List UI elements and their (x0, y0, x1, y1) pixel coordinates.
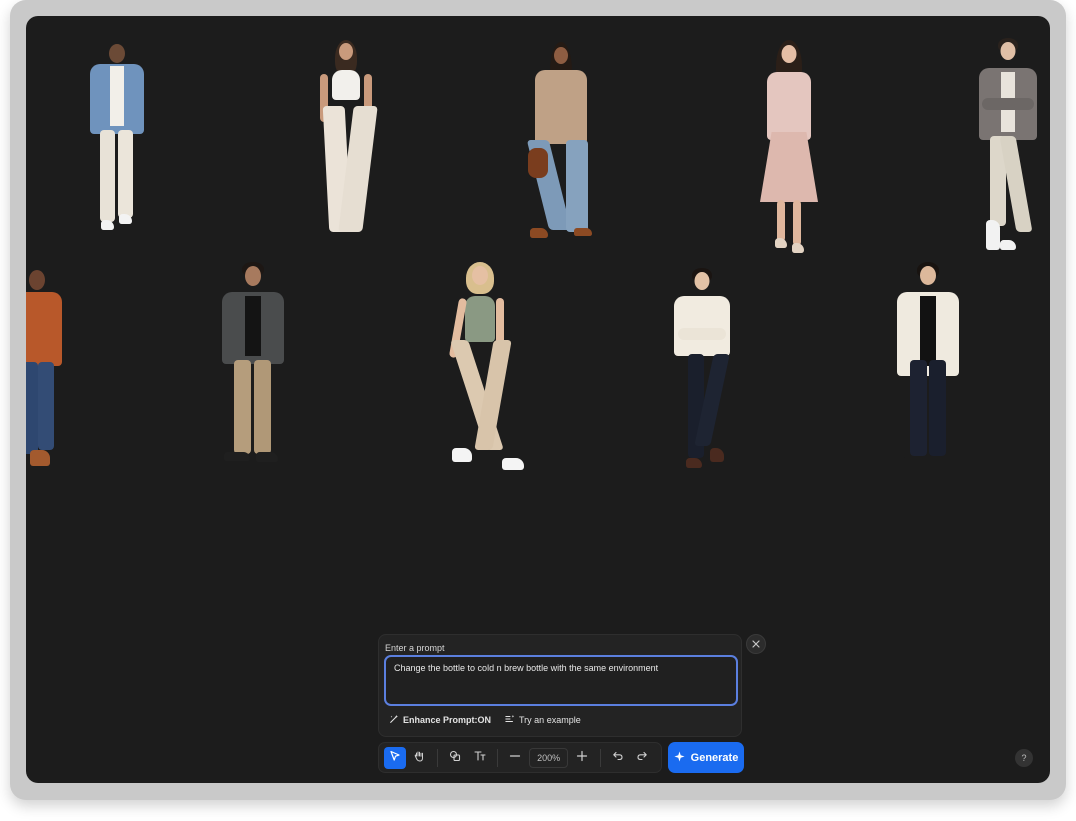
cursor-arrow-icon (389, 749, 401, 767)
close-icon (752, 635, 760, 653)
toolbar-divider (599, 748, 601, 767)
toolbar-divider (437, 748, 439, 767)
model-woman-sage-tank[interactable] (434, 262, 526, 478)
prompt-panel: Enter a prompt Change the bottle to cold… (378, 634, 742, 737)
zoom-level[interactable]: 200% (528, 747, 569, 768)
prompt-label: Enter a prompt (385, 643, 445, 653)
plus-icon (576, 749, 588, 767)
generate-button[interactable]: Generate (668, 742, 744, 773)
model-woman-beige-coat-jeans[interactable] (516, 42, 606, 242)
model-man-gray-jacket[interactable] (976, 38, 1040, 258)
minus-icon (509, 749, 521, 767)
model-woman-pink-pleated-skirt[interactable] (756, 40, 822, 260)
prompt-input[interactable]: Change the bottle to cold n brew bottle … (384, 655, 738, 706)
zoom-in-button[interactable] (571, 747, 593, 769)
help-button[interactable]: ? (1015, 749, 1033, 767)
model-woman-white-wide-pants[interactable] (306, 40, 386, 240)
prompt-actions: Enhance Prompt:ON Try an example (389, 714, 581, 726)
redo-button[interactable] (631, 747, 653, 769)
model-woman-orange-jacket[interactable] (26, 268, 68, 474)
undo-icon (612, 749, 624, 767)
canvas[interactable]: Enter a prompt Change the bottle to cold… (26, 16, 1050, 783)
shapes-icon (449, 749, 461, 767)
enhance-prompt-toggle[interactable]: Enhance Prompt:ON (389, 714, 491, 726)
canvas-toolbar: 200% (378, 742, 662, 773)
app-frame: Enter a prompt Change the bottle to cold… (10, 0, 1066, 800)
magic-wand-icon (389, 714, 399, 726)
shapes-tool-button[interactable] (444, 747, 466, 769)
enhance-prompt-label: Enhance Prompt:ON (403, 715, 492, 725)
hand-icon (413, 749, 425, 767)
model-man-bomber-khakis[interactable] (212, 262, 294, 474)
text-tool-button[interactable] (469, 747, 491, 769)
try-example-label: Try an example (519, 715, 581, 725)
model-man-cream-shirt[interactable] (892, 262, 964, 474)
try-example-button[interactable]: Try an example (505, 714, 581, 726)
model-man-denim-jacket[interactable] (82, 42, 152, 242)
close-prompt-button[interactable] (746, 634, 766, 654)
zoom-out-button[interactable] (504, 747, 526, 769)
toolbar-divider (497, 748, 499, 767)
model-man-cream-sweater[interactable] (670, 268, 734, 476)
sparkle-icon (674, 750, 685, 765)
redo-icon (636, 749, 648, 767)
undo-button[interactable] (607, 747, 629, 769)
text-icon (474, 749, 486, 767)
generate-label: Generate (690, 751, 739, 764)
pan-tool-button[interactable] (409, 747, 431, 769)
list-sparkle-icon (505, 714, 515, 726)
select-tool-button[interactable] (384, 746, 406, 769)
